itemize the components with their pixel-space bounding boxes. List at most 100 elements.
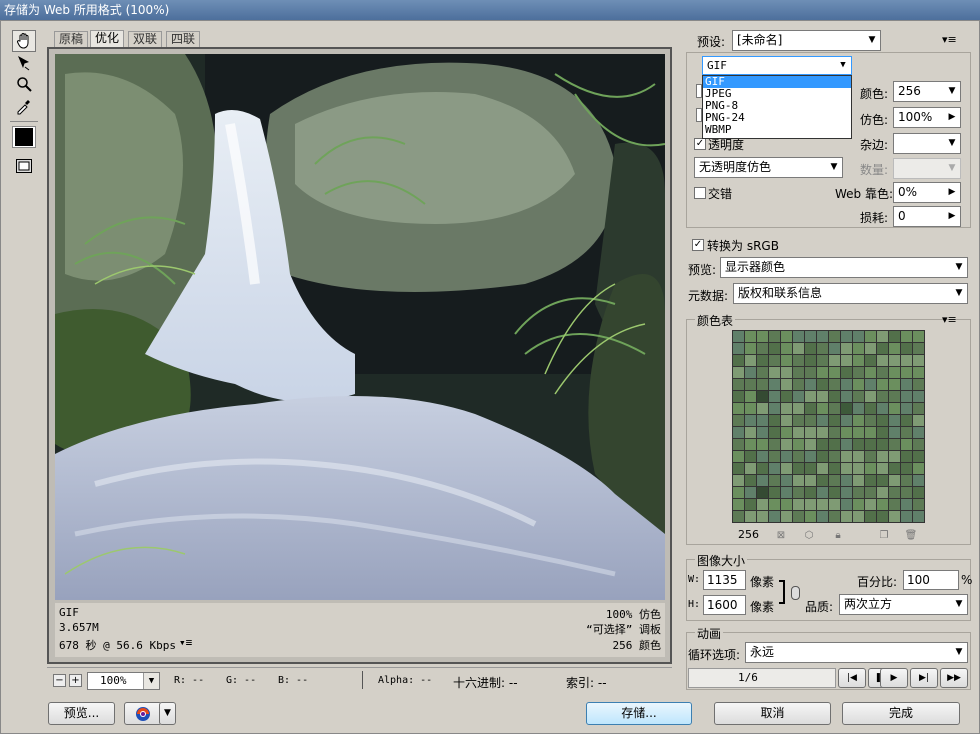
palette-swatch[interactable] <box>829 403 840 414</box>
palette-swatch[interactable] <box>793 427 804 438</box>
palette-swatch[interactable] <box>841 331 852 342</box>
palette-swatch[interactable] <box>913 499 924 510</box>
palette-swatch[interactable] <box>877 463 888 474</box>
palette-swatch[interactable] <box>877 487 888 498</box>
delete-color-icon[interactable]: 🗑︎ <box>905 529 918 541</box>
palette-swatch[interactable] <box>817 391 828 402</box>
palette-swatch[interactable] <box>889 487 900 498</box>
preview-button[interactable]: 预览... <box>48 702 115 725</box>
palette-swatch[interactable] <box>817 439 828 450</box>
palette-swatch[interactable] <box>781 331 792 342</box>
palette-swatch[interactable] <box>901 499 912 510</box>
palette-swatch[interactable] <box>805 463 816 474</box>
palette-swatch[interactable] <box>901 511 912 522</box>
palette-swatch[interactable] <box>877 427 888 438</box>
palette-swatch[interactable] <box>865 499 876 510</box>
transparency-checkbox[interactable]: ✓ <box>694 138 706 150</box>
palette-swatch[interactable] <box>781 427 792 438</box>
palette-swatch[interactable] <box>757 487 768 498</box>
preview-image[interactable] <box>55 54 665 600</box>
palette-swatch[interactable] <box>889 343 900 354</box>
palette-swatch[interactable] <box>769 475 780 486</box>
palette-swatch[interactable] <box>793 499 804 510</box>
palette-swatch[interactable] <box>877 391 888 402</box>
palette-swatch[interactable] <box>889 463 900 474</box>
matte-select[interactable]: ▼ <box>893 133 961 154</box>
colors-select[interactable]: 256 ▼ <box>893 81 961 102</box>
palette-swatch[interactable] <box>865 427 876 438</box>
palette-swatch[interactable] <box>793 463 804 474</box>
palette-swatch[interactable] <box>865 463 876 474</box>
palette-swatch[interactable] <box>757 355 768 366</box>
palette-swatch[interactable] <box>853 403 864 414</box>
palette-swatch[interactable] <box>889 439 900 450</box>
link-icon[interactable] <box>791 586 800 600</box>
palette-swatch[interactable] <box>757 499 768 510</box>
palette-swatch[interactable] <box>745 427 756 438</box>
palette-swatch[interactable] <box>853 331 864 342</box>
palette-swatch[interactable] <box>805 427 816 438</box>
palette-swatch[interactable] <box>853 415 864 426</box>
palette-swatch[interactable] <box>757 427 768 438</box>
palette-swatch[interactable] <box>841 463 852 474</box>
zoom-level-select[interactable]: 100% ▼ <box>87 672 160 690</box>
palette-swatch[interactable] <box>901 403 912 414</box>
palette-swatch[interactable] <box>793 367 804 378</box>
palette-swatch[interactable] <box>745 463 756 474</box>
zoom-in-button[interactable]: + <box>69 674 82 687</box>
palette-swatch[interactable] <box>841 511 852 522</box>
palette-swatch[interactable] <box>829 511 840 522</box>
palette-swatch[interactable] <box>793 379 804 390</box>
palette-swatch[interactable] <box>889 331 900 342</box>
palette-swatch[interactable] <box>757 451 768 462</box>
palette-swatch[interactable] <box>865 487 876 498</box>
palette-swatch[interactable] <box>769 451 780 462</box>
slice-select-tool-icon[interactable] <box>12 52 36 74</box>
palette-swatch[interactable] <box>769 463 780 474</box>
palette-swatch[interactable] <box>817 355 828 366</box>
palette-swatch[interactable] <box>841 403 852 414</box>
palette-swatch[interactable] <box>913 379 924 390</box>
palette-swatch[interactable] <box>829 367 840 378</box>
palette-swatch[interactable] <box>757 379 768 390</box>
palette-swatch[interactable] <box>733 391 744 402</box>
browser-menu-button[interactable]: ▼ <box>159 702 176 725</box>
palette-swatch[interactable] <box>913 475 924 486</box>
file-format-select[interactable]: GIF ▼ <box>702 56 852 75</box>
palette-swatch[interactable] <box>805 475 816 486</box>
transparency-dither-select[interactable]: 无透明度仿色 ▼ <box>694 157 843 178</box>
palette-swatch[interactable] <box>805 415 816 426</box>
palette-swatch[interactable] <box>781 391 792 402</box>
zoom-tool-icon[interactable] <box>12 73 36 95</box>
palette-swatch[interactable] <box>757 463 768 474</box>
palette-swatch[interactable] <box>745 511 756 522</box>
palette-swatch[interactable] <box>817 403 828 414</box>
last-frame-button[interactable]: ▶▶ <box>940 668 968 688</box>
palette-swatch[interactable] <box>817 427 828 438</box>
palette-swatch[interactable] <box>913 403 924 414</box>
palette-swatch[interactable] <box>733 367 744 378</box>
palette-swatch[interactable] <box>901 355 912 366</box>
palette-swatch[interactable] <box>817 415 828 426</box>
palette-swatch[interactable] <box>865 415 876 426</box>
palette-swatch[interactable] <box>901 391 912 402</box>
palette-swatch[interactable] <box>793 331 804 342</box>
palette-swatch[interactable] <box>745 487 756 498</box>
palette-swatch[interactable] <box>781 439 792 450</box>
palette-swatch[interactable] <box>901 475 912 486</box>
palette-swatch[interactable] <box>853 379 864 390</box>
preset-select[interactable]: [未命名] ▼ <box>732 30 881 51</box>
palette-swatch[interactable] <box>877 355 888 366</box>
palette-swatch[interactable] <box>757 367 768 378</box>
palette-swatch[interactable] <box>805 511 816 522</box>
palette-swatch[interactable] <box>913 487 924 498</box>
palette-swatch[interactable] <box>841 475 852 486</box>
play-button[interactable]: ▶ <box>880 668 908 688</box>
palette-swatch[interactable] <box>805 499 816 510</box>
palette-swatch[interactable] <box>889 511 900 522</box>
palette-swatch[interactable] <box>757 403 768 414</box>
palette-swatch[interactable] <box>913 367 924 378</box>
format-option-wbmp[interactable]: WBMP <box>703 124 851 136</box>
palette-swatch[interactable] <box>757 343 768 354</box>
palette-swatch[interactable] <box>733 427 744 438</box>
